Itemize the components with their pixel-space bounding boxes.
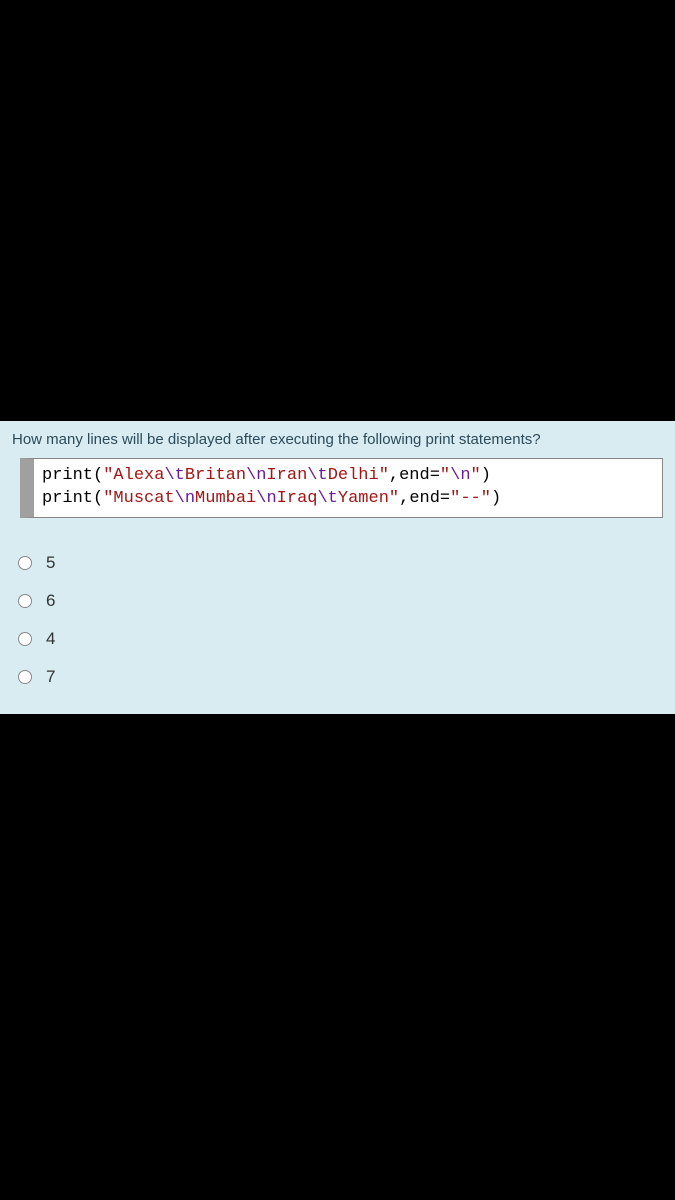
option-row-1[interactable]: 6 xyxy=(18,582,675,620)
code-line-2: print("Muscat\nMumbai\nIraq\tYamen",end=… xyxy=(42,488,654,511)
code-line-1: print("Alexa\tBritan\nIran\tDelhi",end="… xyxy=(42,465,654,488)
code-block-wrapper: print("Alexa\tBritan\nIran\tDelhi",end="… xyxy=(20,458,663,518)
radio-icon[interactable] xyxy=(18,556,32,570)
question-prompt: How many lines will be displayed after e… xyxy=(0,431,675,458)
option-row-0[interactable]: 5 xyxy=(18,544,675,582)
option-label: 4 xyxy=(46,629,55,649)
radio-icon[interactable] xyxy=(18,632,32,646)
option-label: 7 xyxy=(46,667,55,687)
option-label: 6 xyxy=(46,591,55,611)
radio-icon[interactable] xyxy=(18,594,32,608)
code-block: print("Alexa\tBritan\nIran\tDelhi",end="… xyxy=(34,459,662,517)
option-row-3[interactable]: 7 xyxy=(18,658,675,696)
radio-icon[interactable] xyxy=(18,670,32,684)
options-list: 5 6 4 7 xyxy=(0,536,675,696)
option-row-2[interactable]: 4 xyxy=(18,620,675,658)
option-label: 5 xyxy=(46,553,55,573)
question-container: How many lines will be displayed after e… xyxy=(0,421,675,714)
